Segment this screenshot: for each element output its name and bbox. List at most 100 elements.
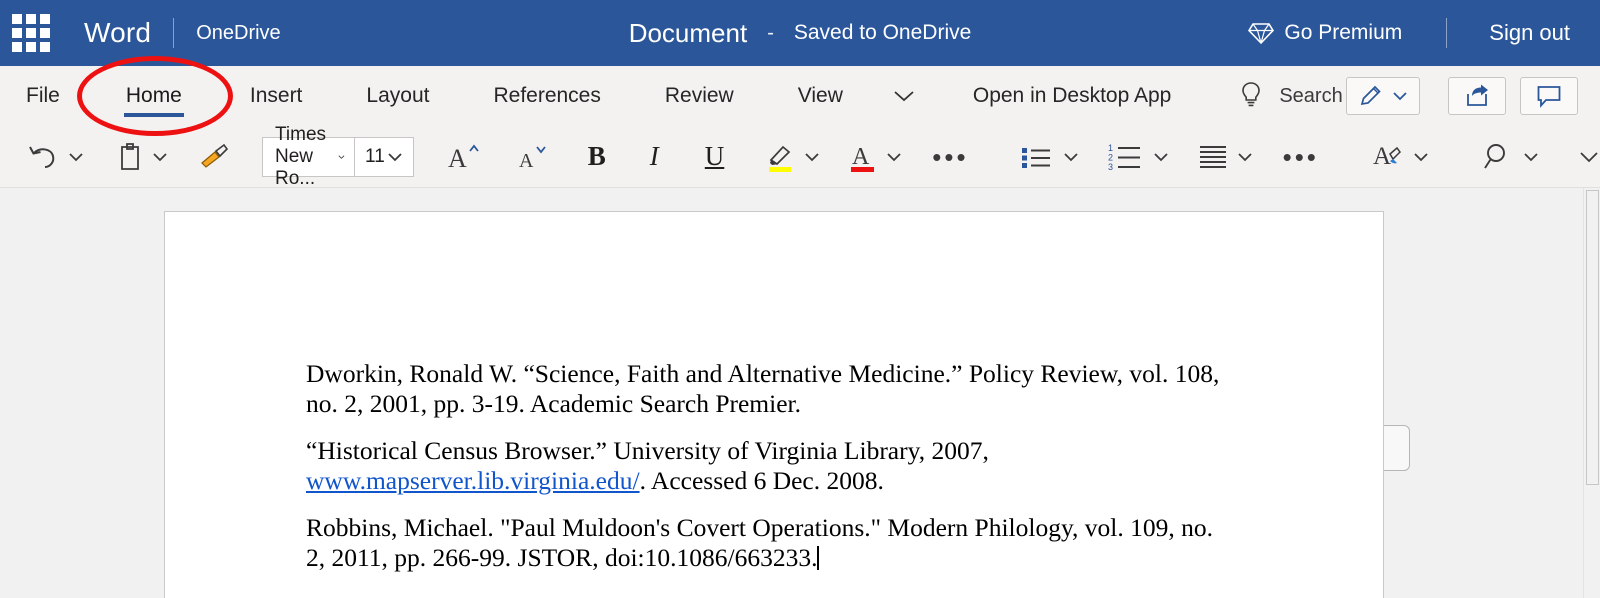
chevron-down-icon <box>1393 92 1407 101</box>
shrink-font-button[interactable]: A <box>510 135 556 179</box>
undo-chevron-down-icon[interactable] <box>66 150 86 164</box>
ribbon-collapse-chevron-down-icon[interactable] <box>1577 149 1600 165</box>
app-name-word[interactable]: Word <box>84 17 151 49</box>
hyperlink-mapserver[interactable]: www.mapserver.lib.virginia.edu/ <box>306 466 640 495</box>
titlebar-right-group: Go Premium Sign out <box>1248 18 1600 48</box>
search-label: Search <box>1279 84 1343 107</box>
go-premium-button[interactable]: Go Premium <box>1248 21 1402 45</box>
highlight-chevron-down-icon[interactable] <box>802 150 822 164</box>
font-name-value: Times New Ro... <box>275 123 327 189</box>
ribbon-tab-strip: File Home Insert Layout References Revie… <box>0 66 1600 126</box>
svg-text:2: 2 <box>1108 152 1113 162</box>
tab-insert[interactable]: Insert <box>246 66 307 126</box>
italic-button[interactable]: I <box>644 135 665 179</box>
vertical-scrollbar[interactable] <box>1583 188 1600 598</box>
tab-file[interactable]: File <box>22 66 64 126</box>
text-highlight-button[interactable] <box>758 135 828 179</box>
text-highlight-icon <box>769 145 792 172</box>
numbering-chevron-down-icon[interactable] <box>1151 150 1171 164</box>
underline-button[interactable]: U <box>699 135 731 179</box>
grow-font-button[interactable]: A <box>440 135 488 179</box>
undo-icon <box>29 146 55 168</box>
align-button[interactable] <box>1191 135 1261 179</box>
undo-button[interactable] <box>20 135 92 179</box>
svg-text:A: A <box>448 144 467 173</box>
font-color-chevron-down-icon[interactable] <box>884 150 904 164</box>
magnifier-icon <box>1484 143 1505 169</box>
font-name-select[interactable]: Times New Ro... <box>262 124 356 189</box>
align-icon <box>1199 145 1226 168</box>
font-size-select[interactable]: 11 <box>355 136 414 177</box>
lightbulb-icon <box>1242 82 1261 107</box>
bullet-list-icon <box>1021 147 1050 168</box>
sign-out-button[interactable]: Sign out <box>1489 20 1570 46</box>
go-premium-label: Go Premium <box>1284 21 1403 44</box>
tab-insert-label: Insert <box>249 84 303 107</box>
save-status[interactable]: Saved to OneDrive <box>794 21 971 45</box>
citation-3-text: Robbins, Michael. "Paul Muldoon's Covert… <box>306 513 1214 573</box>
app-launcher-grid-icon[interactable] <box>8 12 54 54</box>
svg-text:1: 1 <box>1108 143 1113 153</box>
share-button[interactable] <box>1448 77 1506 115</box>
document-title[interactable]: Document <box>629 18 748 49</box>
font-more-options-button[interactable]: ••• <box>924 144 976 170</box>
format-painter-icon <box>201 143 229 168</box>
svg-text:A: A <box>852 144 870 170</box>
numbered-list-icon: 1 2 3 <box>1108 143 1140 172</box>
comments-button[interactable] <box>1520 77 1578 115</box>
bold-button[interactable]: B <box>582 135 612 179</box>
titlebar-divider-2 <box>1446 18 1448 48</box>
paste-button[interactable] <box>110 135 176 179</box>
document-canvas[interactable]: Dworkin, Ronald W. “Science, Faith and A… <box>0 188 1583 598</box>
font-name-chevron-down-icon <box>338 154 345 159</box>
ribbon-right-actions <box>1346 77 1600 115</box>
tab-review[interactable]: Review <box>661 66 738 126</box>
paragraph-citation-1[interactable]: Dworkin, Ronald W. “Science, Faith and A… <box>306 359 1226 419</box>
find-button[interactable] <box>1475 135 1547 179</box>
font-color-button[interactable]: A <box>842 135 910 179</box>
paragraph-citation-2[interactable]: “Historical Census Browser.” University … <box>306 436 1226 496</box>
styles-button[interactable]: A <box>1365 135 1437 179</box>
paragraph-citation-3[interactable]: Robbins, Michael. "Paul Muldoon's Covert… <box>306 513 1226 573</box>
editing-mode-button[interactable] <box>1346 77 1420 115</box>
svg-text:A: A <box>1373 143 1391 170</box>
titlebar-divider-1 <box>173 18 175 48</box>
format-painter-button[interactable] <box>192 135 238 179</box>
tab-layout[interactable]: Layout <box>362 66 433 126</box>
clipboard-paste-icon <box>121 142 139 170</box>
more-tabs-chevron-down-icon[interactable] <box>891 88 917 104</box>
tab-references-label: References <box>493 84 601 107</box>
storage-location-onedrive[interactable]: OneDrive <box>196 22 280 45</box>
styles-chevron-down-icon[interactable] <box>1411 150 1431 164</box>
citation-2-before: “Historical Census Browser.” University … <box>306 436 989 466</box>
paste-chevron-down-icon[interactable] <box>150 150 170 164</box>
tab-home[interactable]: Home <box>122 66 186 126</box>
tab-references[interactable]: References <box>489 66 604 126</box>
title-separator-dash: - <box>767 21 774 44</box>
page-edge-tab[interactable] <box>1384 425 1410 471</box>
italic-label: I <box>649 141 659 171</box>
document-text-area[interactable]: Dworkin, Ronald W. “Science, Faith and A… <box>306 359 1226 590</box>
share-icon <box>1467 84 1488 106</box>
vertical-scrollbar-thumb[interactable] <box>1586 190 1599 485</box>
paragraph-more-options-button[interactable]: ••• <box>1275 144 1327 170</box>
pencil-icon <box>1360 85 1381 106</box>
search-button[interactable]: Search <box>1239 81 1343 111</box>
tab-home-label: Home <box>125 84 182 107</box>
open-in-desktop-app-button[interactable]: Open in Desktop App <box>973 84 1171 108</box>
bullet-list-button[interactable] <box>1013 135 1087 179</box>
bullets-chevron-down-icon[interactable] <box>1061 150 1081 164</box>
svg-text:3: 3 <box>1108 162 1113 172</box>
numbered-list-button[interactable]: 1 2 3 <box>1101 135 1177 179</box>
underline-label: U <box>704 141 725 171</box>
comment-icon <box>1537 86 1561 108</box>
find-chevron-down-icon[interactable] <box>1521 150 1541 164</box>
document-page[interactable]: Dworkin, Ronald W. “Science, Faith and A… <box>164 211 1384 598</box>
tab-file-label: File <box>26 84 60 107</box>
tab-layout-label: Layout <box>366 84 430 107</box>
grow-font-icon: A <box>448 144 479 173</box>
align-chevron-down-icon[interactable] <box>1235 150 1255 164</box>
tab-view[interactable]: View <box>794 66 847 126</box>
font-size-value: 11 <box>365 145 385 167</box>
svg-text:A: A <box>519 150 534 172</box>
